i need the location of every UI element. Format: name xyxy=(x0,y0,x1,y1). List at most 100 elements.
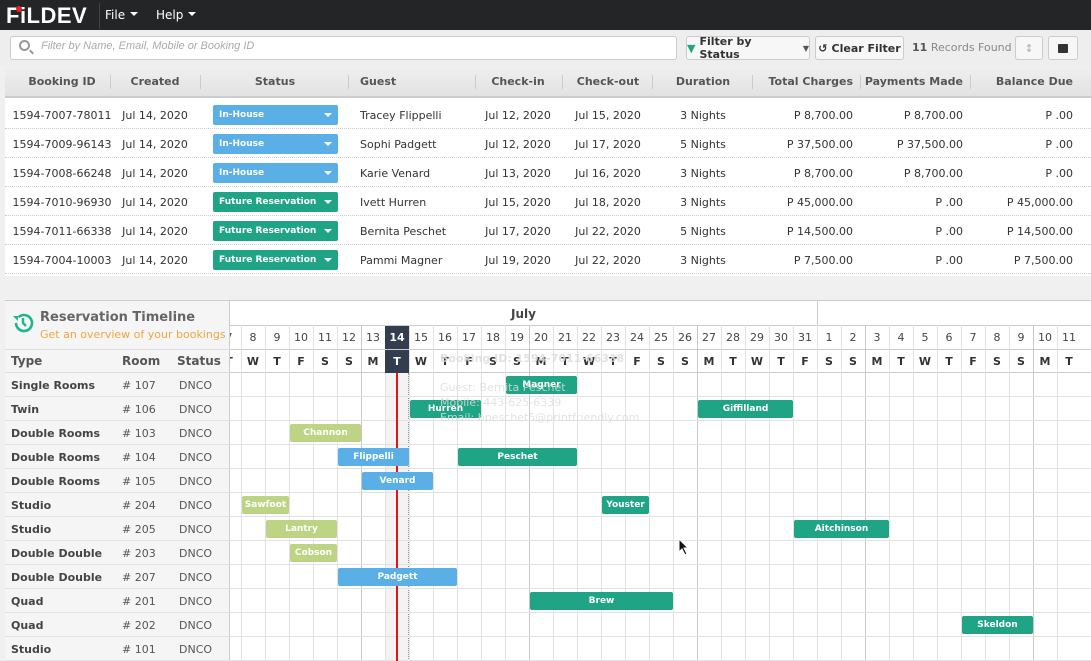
clear-filter-button[interactable]: ↺ Clear Filter xyxy=(815,36,904,60)
table-row[interactable]: 1594-7008-66248 Jul 14, 2020 In-House Karie… xyxy=(5,158,1091,187)
room-row[interactable]: Twin # 106 DNCO xyxy=(5,397,230,421)
search-input[interactable] xyxy=(41,40,661,52)
room-type: Double Rooms xyxy=(11,475,101,488)
booking-bar[interactable]: Channon xyxy=(290,424,361,442)
status-dropdown[interactable]: Future Reservation xyxy=(213,221,338,241)
day-number[interactable]: 30 xyxy=(769,326,793,349)
day-number[interactable]: 31 xyxy=(793,326,817,349)
status-dropdown[interactable]: In-House xyxy=(213,105,338,125)
room-row[interactable]: Double Rooms # 104 DNCO xyxy=(5,445,230,469)
day-number[interactable]: 7 xyxy=(961,326,985,349)
day-number[interactable]: 6 xyxy=(937,326,961,349)
booking-bar[interactable]: Brew xyxy=(530,592,673,610)
fildev-logo[interactable]: FiLDEV xyxy=(6,3,101,29)
day-number[interactable]: 8 xyxy=(241,326,265,349)
day-number[interactable]: 3 xyxy=(865,326,889,349)
day-number[interactable]: 15 xyxy=(409,326,433,349)
booking-bar[interactable]: Venard xyxy=(362,472,433,490)
column-header[interactable]: Payments Made xyxy=(865,75,963,88)
day-number[interactable]: 9 xyxy=(1009,326,1033,349)
help-menu[interactable]: Help xyxy=(156,8,196,22)
booking-bar[interactable]: Sawfoot xyxy=(242,496,289,514)
print-button[interactable] xyxy=(1048,36,1078,60)
weekday-label: T xyxy=(777,355,785,368)
day-gridline xyxy=(433,325,434,661)
day-number[interactable]: 4 xyxy=(889,326,913,349)
room-row[interactable]: Double Double # 207 DNCO xyxy=(5,565,230,589)
room-row[interactable]: Double Double # 203 DNCO xyxy=(5,541,230,565)
room-row[interactable]: Single Rooms # 107 DNCO xyxy=(5,373,230,397)
status-dropdown[interactable]: In-House xyxy=(213,134,338,154)
day-number[interactable]: 23 xyxy=(601,326,625,349)
day-number[interactable]: 22 xyxy=(577,326,601,349)
room-row[interactable]: Quad # 202 DNCO xyxy=(5,613,230,637)
table-cell: Bernita Peschet xyxy=(360,225,447,238)
room-row[interactable]: Studio # 204 DNCO xyxy=(5,493,230,517)
day-number[interactable]: 12 xyxy=(337,326,361,349)
status-dropdown[interactable]: Future Reservation xyxy=(213,192,338,212)
table-row[interactable]: 1594-7010-96930 Jul 14, 2020 Future Reserv… xyxy=(5,187,1091,216)
day-number[interactable]: 19 xyxy=(505,326,529,349)
day-gridline xyxy=(289,325,290,661)
day-number[interactable]: 16 xyxy=(433,326,457,349)
table-row[interactable]: 1594-7011-66338 Jul 14, 2020 Future Reserv… xyxy=(5,216,1091,245)
day-number[interactable]: 5 xyxy=(913,326,937,349)
day-number[interactable]: 18 xyxy=(481,326,505,349)
room-row[interactable]: Double Rooms # 103 DNCO xyxy=(5,421,230,445)
status-dropdown[interactable]: Future Reservation xyxy=(213,250,338,270)
room-number: # 104 xyxy=(122,451,156,464)
day-number[interactable]: 21 xyxy=(553,326,577,349)
day-number[interactable]: 14 xyxy=(385,326,409,349)
column-header[interactable]: Duration xyxy=(643,75,763,88)
day-number[interactable]: 28 xyxy=(721,326,745,349)
column-header[interactable]: Total Charges xyxy=(768,75,853,88)
room-row[interactable]: Studio # 101 DNCO xyxy=(5,637,230,661)
clear-filter-label: Clear Filter xyxy=(831,41,901,55)
sort-button[interactable]: ↕ xyxy=(1015,36,1043,60)
search-box[interactable] xyxy=(10,36,677,60)
column-header[interactable]: Created xyxy=(95,75,215,88)
booking-bar[interactable]: Skeldon xyxy=(962,616,1033,634)
day-number[interactable]: 9 xyxy=(265,326,289,349)
column-header[interactable]: Balance Due xyxy=(996,75,1073,88)
status-dropdown[interactable]: In-House xyxy=(213,163,338,183)
booking-bar[interactable]: Lantry xyxy=(266,520,337,538)
day-number[interactable]: 29 xyxy=(745,326,769,349)
booking-bar[interactable]: Padgett xyxy=(338,568,457,586)
room-row[interactable]: Quad # 201 DNCO xyxy=(5,589,230,613)
day-number[interactable]: 26 xyxy=(673,326,697,349)
day-number[interactable]: 27 xyxy=(697,326,721,349)
table-cell: P .00 xyxy=(1045,109,1073,122)
day-number[interactable]: 20 xyxy=(529,326,553,349)
day-number[interactable]: 10 xyxy=(1033,326,1057,349)
day-number[interactable]: 2 xyxy=(841,326,865,349)
day-number[interactable]: 11 xyxy=(313,326,337,349)
day-number[interactable]: 1 xyxy=(817,326,841,349)
booking-bar[interactable]: Youster xyxy=(602,496,649,514)
room-row[interactable]: Double Rooms # 105 DNCO xyxy=(5,469,230,493)
room-row[interactable]: Studio # 205 DNCO xyxy=(5,517,230,541)
booking-bar[interactable]: Peschet xyxy=(458,448,577,466)
table-row[interactable]: 1594-7009-96143 Jul 14, 2020 In-House Sophi… xyxy=(5,129,1091,158)
day-number[interactable]: 13 xyxy=(361,326,385,349)
day-number[interactable]: 11 xyxy=(1057,326,1081,349)
booking-bar[interactable]: Flippelli xyxy=(338,448,409,466)
weekday-label: T xyxy=(273,355,281,368)
filter-by-status-button[interactable]: ▼ Filter by Status ▼ xyxy=(686,35,810,61)
day-number[interactable]: 8 xyxy=(985,326,1009,349)
room-number: # 204 xyxy=(122,499,156,512)
day-number[interactable]: 17 xyxy=(457,326,481,349)
booking-bar[interactable]: Aitchinson xyxy=(794,520,889,538)
weekday-label: M xyxy=(703,355,715,368)
table-row[interactable]: 1594-7004-10003 Jul 14, 2020 Future Reserv… xyxy=(5,245,1091,274)
column-header[interactable]: Status xyxy=(215,75,335,88)
file-menu[interactable]: File xyxy=(105,8,138,22)
day-number[interactable]: 10 xyxy=(289,326,313,349)
booking-bar[interactable]: Cobson xyxy=(290,544,337,562)
column-header[interactable]: Guest xyxy=(360,75,396,88)
table-row[interactable]: 1594-7007-78011 Jul 14, 2020 In-House Trace… xyxy=(5,100,1091,129)
day-number[interactable]: 25 xyxy=(649,326,673,349)
day-gridline xyxy=(889,325,890,661)
booking-bar[interactable]: Giffilland xyxy=(698,400,793,418)
day-number[interactable]: 24 xyxy=(625,326,649,349)
